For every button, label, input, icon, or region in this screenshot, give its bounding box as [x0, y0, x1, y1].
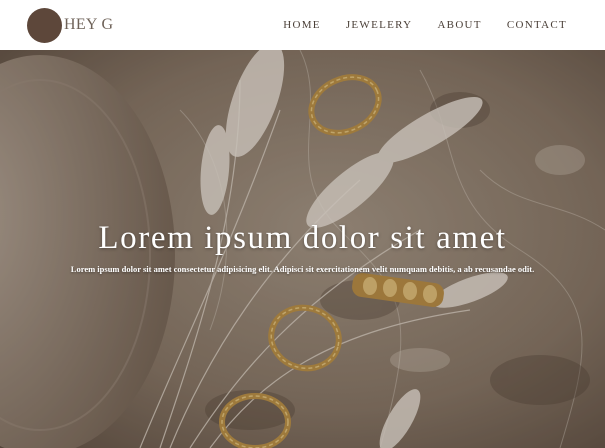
hero-title: Lorem ipsum dolor sit amet: [98, 220, 507, 256]
navbar: HEY G HOME JEWELERY ABOUT CONTACT: [0, 0, 605, 50]
brand-name: HEY G: [64, 16, 114, 33]
hero-text-block: Lorem ipsum dolor sit amet Lorem ipsum d…: [0, 220, 605, 274]
hero-subtitle: Lorem ipsum dolor sit amet consectetur a…: [70, 264, 535, 274]
logo-icon: [27, 7, 62, 43]
nav-link-home[interactable]: HOME: [283, 19, 321, 31]
nav-link-about[interactable]: ABOUT: [437, 19, 481, 31]
nav-menu: HOME JEWELERY ABOUT CONTACT: [283, 19, 567, 31]
brand-link[interactable]: HEY G: [27, 7, 114, 43]
nav-link-contact[interactable]: CONTACT: [507, 19, 567, 31]
hero-section: Lorem ipsum dolor sit amet Lorem ipsum d…: [0, 50, 605, 448]
nav-link-jewelery[interactable]: JEWELERY: [346, 19, 413, 31]
